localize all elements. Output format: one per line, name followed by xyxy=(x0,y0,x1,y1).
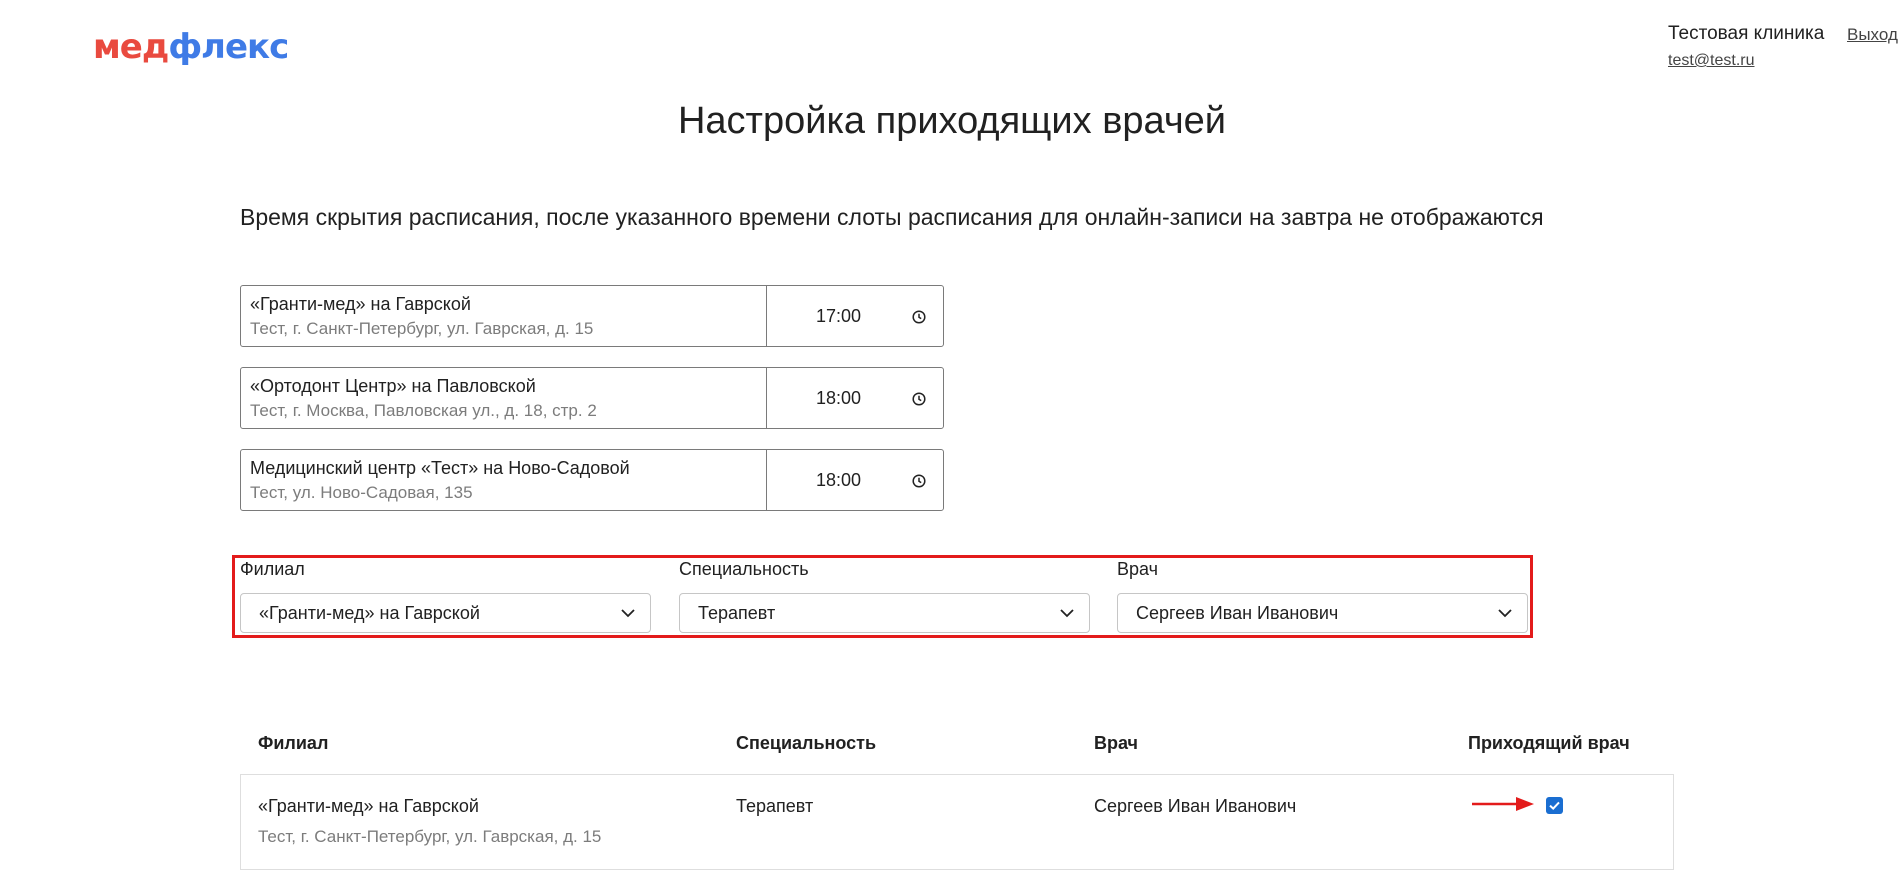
specialty-select[interactable]: Терапевт xyxy=(679,593,1090,633)
time-input[interactable]: 17:00 xyxy=(767,286,943,346)
branch-address: Тест, г. Санкт-Петербург, ул. Гаврская, … xyxy=(250,319,594,338)
logo-part-2: флекс xyxy=(168,27,289,67)
logout-link[interactable]: Выход xyxy=(1847,25,1898,45)
chevron-down-icon xyxy=(1498,609,1512,618)
doctor-select-value: Сергеев Иван Иванович xyxy=(1136,602,1339,623)
time-input[interactable]: 18:00 xyxy=(767,450,943,510)
row-doctor: Сергеев Иван Иванович xyxy=(1094,796,1297,816)
doctor-filter-label: Врач xyxy=(1117,559,1159,579)
branch-info: «Ортодонт Центр» на Павловской Тест, г. … xyxy=(241,368,767,428)
branch-address: Тест, ул. Ново-Садовая, 135 xyxy=(250,483,473,502)
column-header-doctor: Врач xyxy=(1094,733,1139,753)
account-email-link[interactable]: test@test.ru xyxy=(1668,49,1824,73)
checkmark-icon xyxy=(1549,801,1560,811)
specialty-select-value: Терапевт xyxy=(698,602,776,623)
specialty-filter-label: Специальность xyxy=(679,559,809,579)
medflex-logo[interactable]: медфлекс xyxy=(93,26,289,68)
column-header-branch: Филиал xyxy=(258,733,329,753)
branch-filter-label: Филиал xyxy=(240,559,305,579)
branch-info: Медицинский центр «Тест» на Ново-Садовой… xyxy=(241,450,767,510)
branch-name: «Ортодонт Центр» на Павловской xyxy=(250,376,536,396)
chevron-down-icon xyxy=(1060,609,1074,618)
row-specialty: Терапевт xyxy=(736,796,814,816)
table-row xyxy=(240,774,1674,870)
chevron-down-icon xyxy=(621,609,635,618)
specialty-filter: Специальность Терапевт xyxy=(679,558,1090,633)
visiting-doctor-checkbox[interactable] xyxy=(1546,797,1563,814)
row-branch-name: «Гранти-мед» на Гаврской xyxy=(258,796,479,816)
branch-name: Медицинский центр «Тест» на Ново-Садовой xyxy=(250,458,630,478)
branch-time-row: «Ортодонт Центр» на Павловской Тест, г. … xyxy=(240,367,944,429)
branch-name: «Гранти-мед» на Гаврской xyxy=(250,294,471,314)
branch-select-value: «Гранти-мед» на Гаврской xyxy=(259,602,480,623)
time-value: 18:00 xyxy=(816,469,862,490)
account-info: Тестовая клиника test@test.ru xyxy=(1668,22,1824,73)
doctor-filter: Врач Сергеев Иван Иванович xyxy=(1117,558,1528,633)
branch-time-row: «Гранти-мед» на Гаврской Тест, г. Санкт-… xyxy=(240,285,944,347)
branch-filter: Филиал «Гранти-мед» на Гаврской xyxy=(240,558,651,633)
red-arrow-annotation xyxy=(1472,797,1534,811)
time-value: 18:00 xyxy=(816,387,862,408)
column-header-specialty: Специальность xyxy=(736,733,877,753)
time-input[interactable]: 18:00 xyxy=(767,368,943,428)
branch-select[interactable]: «Гранти-мед» на Гаврской xyxy=(240,593,651,633)
clock-icon[interactable] xyxy=(912,392,926,406)
clock-icon[interactable] xyxy=(912,310,926,324)
page-title: Настройка приходящих врачей xyxy=(677,100,1226,142)
branch-info: «Гранти-мед» на Гаврской Тест, г. Санкт-… xyxy=(241,286,767,346)
branch-time-row: Медицинский центр «Тест» на Ново-Садовой… xyxy=(240,449,944,511)
branch-address: Тест, г. Москва, Павловская ул., д. 18, … xyxy=(250,401,597,420)
doctor-select[interactable]: Сергеев Иван Иванович xyxy=(1117,593,1528,633)
clinic-name: Тестовая клиника xyxy=(1668,23,1825,44)
schedule-hide-description: Время скрытия расписания, после указанно… xyxy=(240,204,1544,230)
clock-icon[interactable] xyxy=(912,474,926,488)
time-value: 17:00 xyxy=(816,305,862,326)
logo-part-1: мед xyxy=(93,27,169,67)
row-branch-address: Тест, г. Санкт-Петербург, ул. Гаврская, … xyxy=(258,827,602,846)
column-header-visiting-doctor: Приходящий врач xyxy=(1468,733,1630,753)
